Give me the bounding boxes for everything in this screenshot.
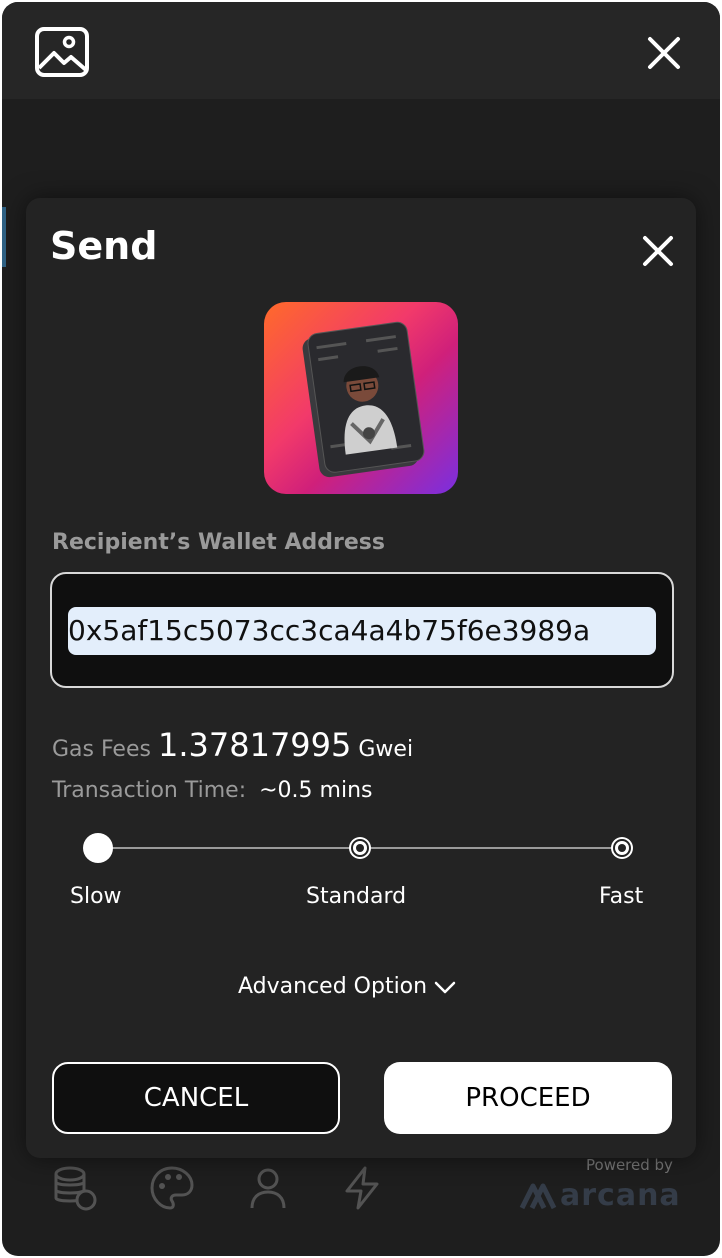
advanced-option-label: Advanced Option [238,974,428,999]
user-icon[interactable] [244,1164,292,1212]
transaction-time-value: ~0.5 mins [259,778,373,803]
close-icon[interactable] [640,233,676,269]
transaction-time-label: Transaction Time: [52,778,247,803]
close-icon[interactable] [646,35,682,71]
gas-fees-label: Gas Fees [52,737,151,762]
recipient-address-input[interactable]: 0x5af15c5073cc3ca4a4b75f6e3989a [68,607,656,655]
speed-stop-standard[interactable] [351,839,369,857]
gas-fees-row: Gas Fees 1.37817995 Gwei [52,726,413,764]
nft-thumbnail [264,302,458,494]
cancel-button[interactable]: CANCEL [52,1062,340,1134]
gas-fees-unit: Gwei [358,737,414,762]
top-bar [2,2,720,99]
gas-fees-value: 1.37817995 [157,726,352,764]
arcana-logo: arcana [518,1178,688,1214]
background-edge [2,207,6,267]
speed-label-slow[interactable]: Slow [70,884,122,909]
nft-artwork [302,321,425,478]
speed-stop-fast[interactable] [613,839,631,857]
advanced-option-toggle[interactable]: Advanced Option [238,974,457,999]
palette-icon[interactable] [148,1164,196,1212]
proceed-button[interactable]: PROCEED [384,1062,672,1134]
speed-slider-thumb[interactable] [83,833,113,863]
speed-label-fast[interactable]: Fast [599,884,643,909]
powered-by-label: Powered by [586,1156,673,1174]
arcana-mark-icon [519,1183,557,1210]
transaction-time-row: Transaction Time: ~0.5 mins [52,778,372,803]
send-modal: Send Recipient’s Wallet Address 0x5af15c… [26,198,696,1158]
arcana-brand: arcana [560,1178,681,1213]
recipient-address-field[interactable]: 0x5af15c5073cc3ca4a4b75f6e3989a [50,572,674,688]
lightning-icon[interactable] [338,1164,386,1212]
image-icon[interactable] [34,26,90,78]
modal-title: Send [50,224,158,268]
coins-icon[interactable] [52,1164,100,1212]
recipient-label: Recipient’s Wallet Address [52,530,385,555]
speed-label-standard[interactable]: Standard [306,884,406,909]
chevron-down-icon [434,981,456,993]
